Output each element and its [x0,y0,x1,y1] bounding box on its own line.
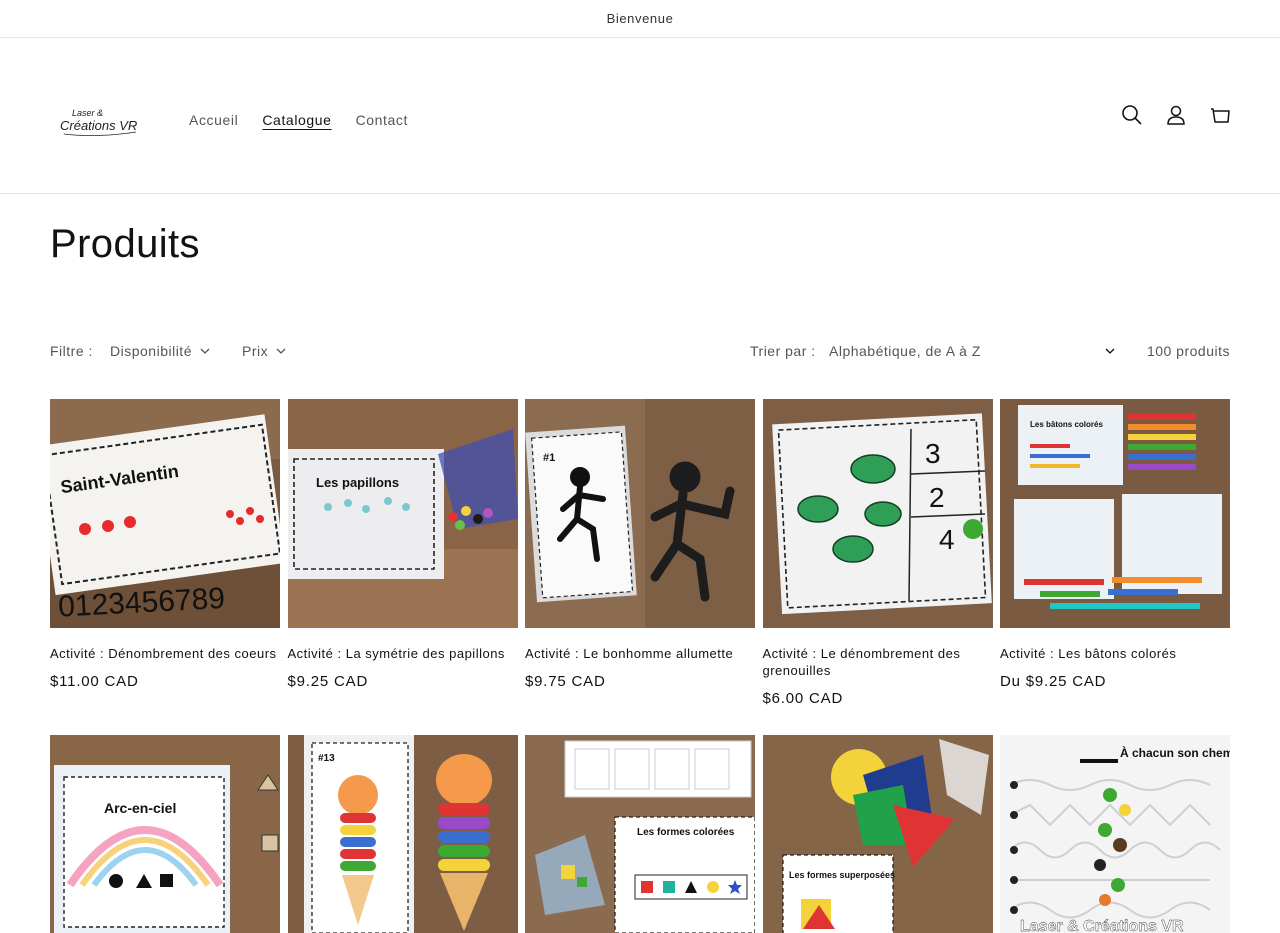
product-card[interactable]: Les formes superposées [762,735,993,933]
cart-icon [1211,108,1230,123]
image-caption: Les papillons [316,475,399,490]
product-image[interactable]: À chacun son chemin Laser & Créations VR [1000,735,1230,933]
price-filter-label: Prix [242,343,269,359]
page-title: Produits [50,222,200,266]
product-image[interactable]: Les formes colorées [525,735,755,933]
image-caption: Arc-en-ciel [104,800,176,816]
logo-text-main: Créations VR [60,118,137,133]
main-nav: Accueil Catalogue Contact [177,102,420,138]
product-card[interactable]: Arc-en-ciel [50,735,280,933]
availability-filter[interactable]: Disponibilité [110,343,210,359]
logo-text-top: Laser & [72,108,103,118]
product-card[interactable]: À chacun son chemin Laser & Créations VR [1000,735,1230,933]
product-card[interactable]: #1 Activité : Le bonhomme allumette $9.7… [525,399,755,690]
image-watermark: Laser & Créations VR [1020,918,1184,933]
sort-value: Alphabétique, de A à Z [829,343,981,359]
product-image[interactable]: Arc-en-ciel [50,735,280,933]
image-caption: Les formes superposées [789,870,895,880]
announcement-bar: Bienvenue [0,0,1280,38]
store-logo[interactable]: Laser & Créations VR [58,98,142,150]
nav-item-accueil[interactable]: Accueil [177,102,250,138]
product-card[interactable]: Les formes colorées [525,735,755,933]
account-icon [1167,105,1185,125]
product-image[interactable]: Les bâtons colorés [1000,399,1230,628]
nav-item-contact[interactable]: Contact [344,102,420,138]
account-button[interactable] [1154,93,1198,137]
product-card[interactable]: Les papillons Activité : La symétrie des… [287,399,518,690]
product-price: $9.75 CAD [525,673,606,690]
product-image[interactable]: #13 [287,735,518,933]
product-price: Du $9.25 CAD [1000,673,1107,690]
product-image[interactable]: Les formes superposées [762,735,993,933]
product-image[interactable]: 3 2 4 [762,399,993,628]
product-title[interactable]: Activité : Le dénombrement des grenouill… [763,645,993,679]
chevron-down-icon [276,348,286,354]
sort-label: Trier par : [750,343,816,359]
product-image[interactable]: #1 [525,399,755,628]
header-icons [1110,93,1242,137]
sort-select[interactable]: Alphabétique, de A à Z [829,343,1115,359]
product-image[interactable]: Saint-Valentin 0123456789 [50,399,280,628]
site-header: Laser & Créations VR Accueil Catalogue C… [0,38,1280,194]
product-title[interactable]: Activité : Le bonhomme allumette [525,645,755,662]
filter-label: Filtre : [50,343,93,359]
image-caption: À chacun son chemin [1120,745,1230,760]
availability-filter-label: Disponibilité [110,343,192,359]
image-digit: 3 [925,438,941,469]
nav-item-catalogue[interactable]: Catalogue [250,102,343,138]
product-title[interactable]: Activité : La symétrie des papillons [288,645,518,662]
product-price: $11.00 CAD [50,673,139,690]
image-caption: #13 [318,753,335,764]
cart-button[interactable] [1198,93,1242,137]
facets-bar: Filtre : Disponibilité Prix Trier par : … [50,340,1230,364]
product-card[interactable]: 3 2 4 Activité : Le dénombrement des gre… [762,399,993,707]
search-icon [1122,105,1142,125]
chevron-down-icon [1105,348,1115,354]
image-digit: 2 [929,482,945,513]
product-card[interactable]: Les bâtons colorés Activité : Les bâtons… [1000,399,1230,690]
chevron-down-icon [200,348,210,354]
product-title[interactable]: Activité : Dénombrement des coeurs [50,645,280,662]
image-caption: Les formes colorées [637,827,735,838]
product-image[interactable]: Les papillons [287,399,518,628]
product-count: 100 produits [1146,343,1230,359]
image-caption: #1 [543,452,555,464]
product-price: $6.00 CAD [762,690,844,707]
product-title[interactable]: Activité : Les bâtons colorés [1000,645,1230,662]
product-price: $9.25 CAD [287,673,369,690]
search-button[interactable] [1110,93,1154,137]
image-caption: Les bâtons colorés [1030,420,1103,429]
announcement-text: Bienvenue [606,11,674,26]
image-digit: 4 [939,524,955,555]
product-card[interactable]: #13 [287,735,518,933]
product-card[interactable]: Saint-Valentin 0123456789 Activité : Dén… [50,399,280,690]
price-filter[interactable]: Prix [242,343,286,359]
